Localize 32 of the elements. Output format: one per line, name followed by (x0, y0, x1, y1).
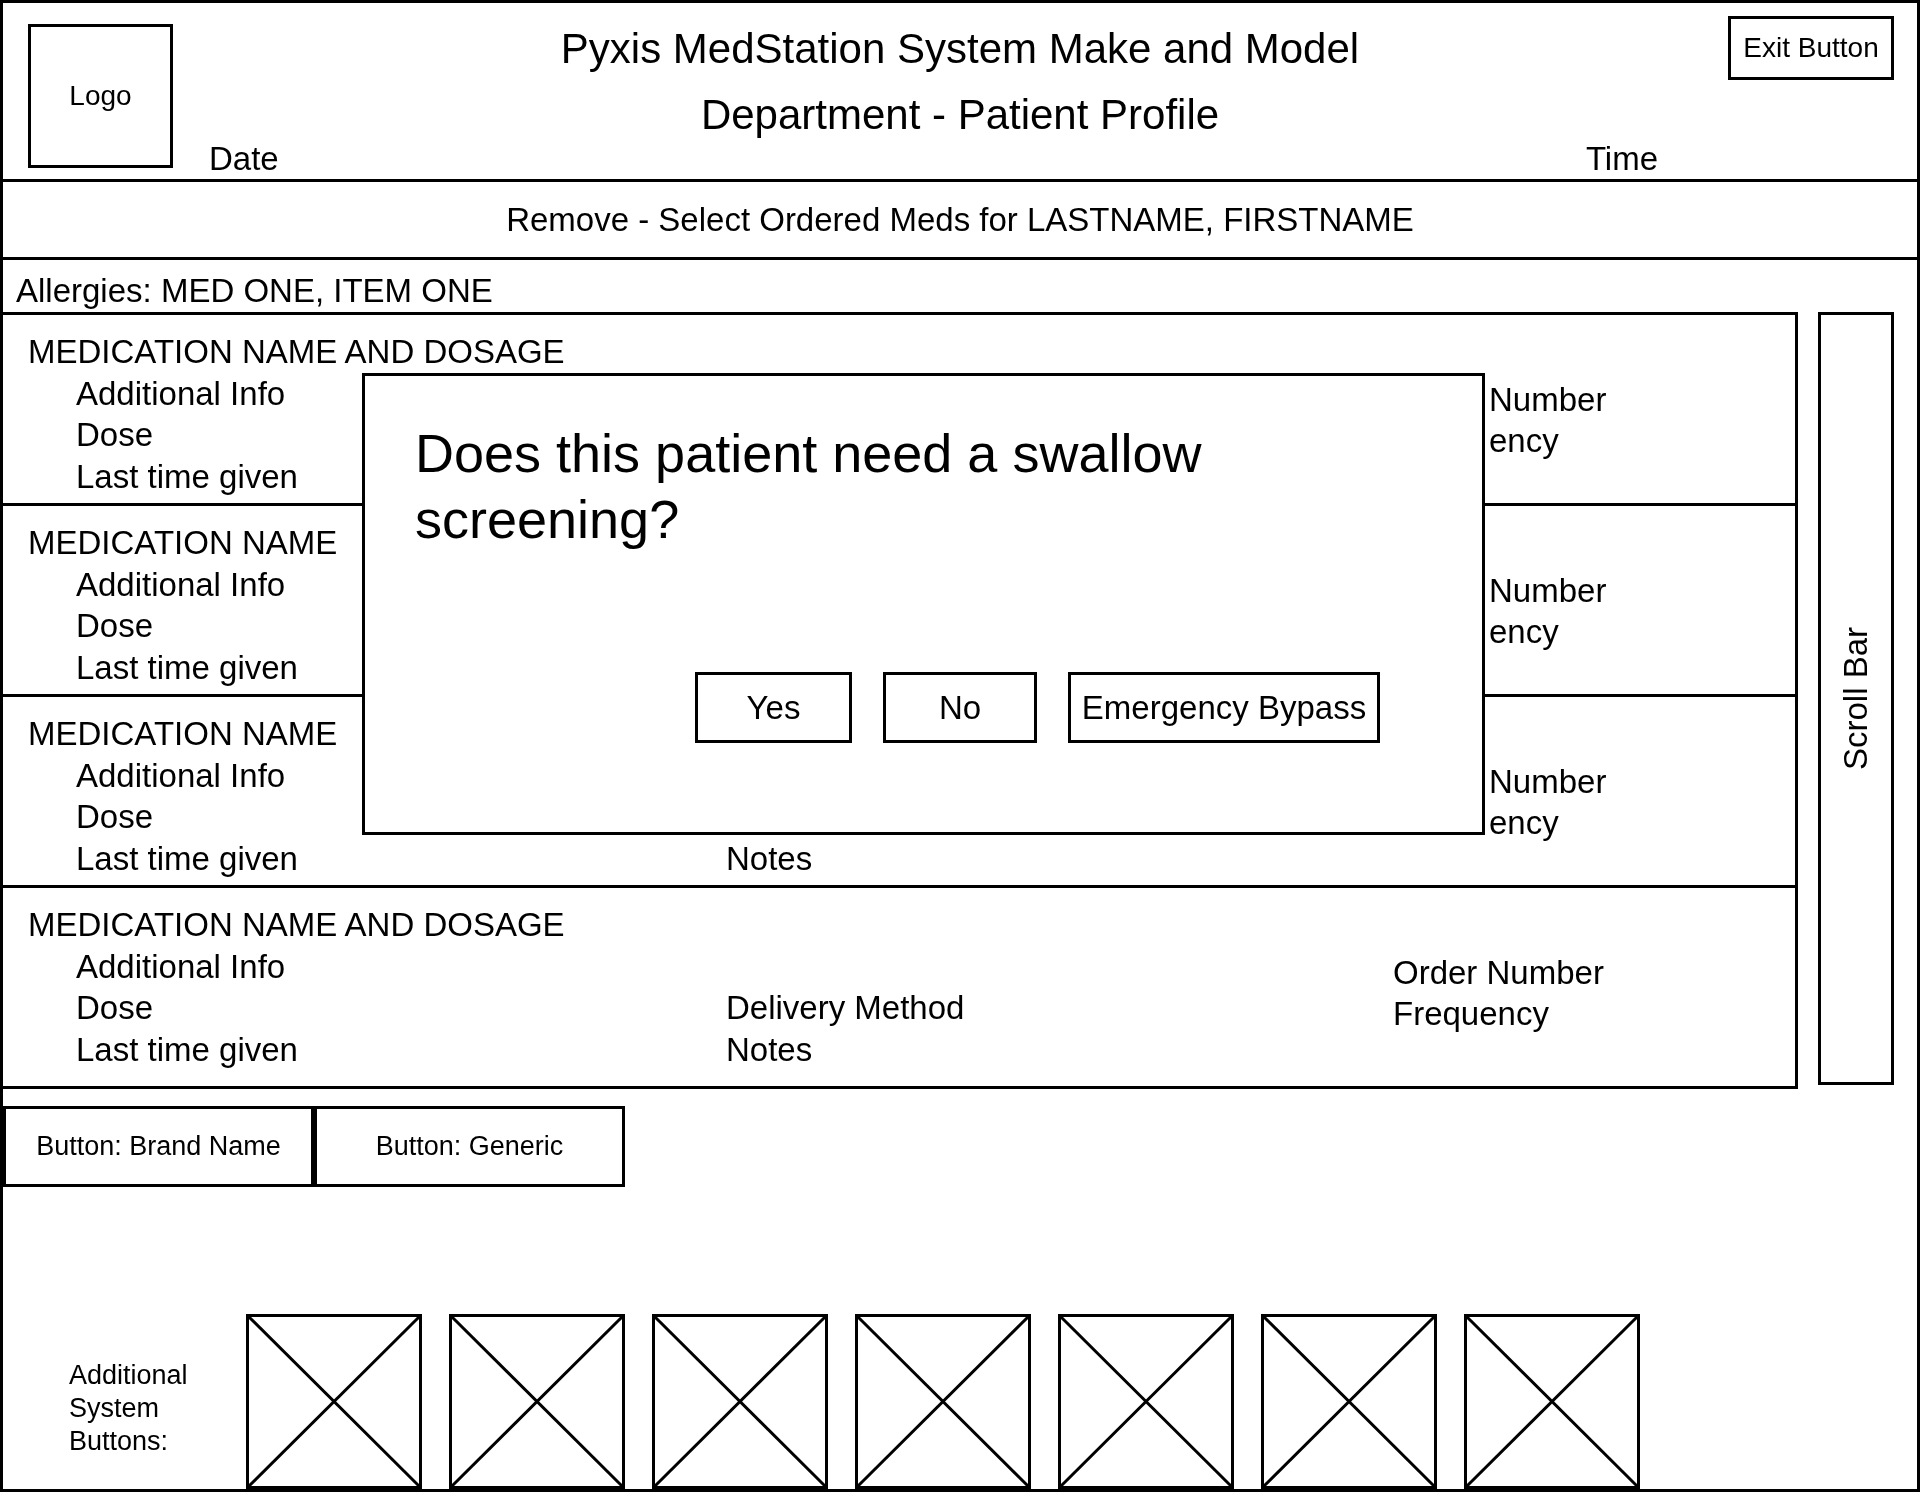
date-label: Date (209, 140, 279, 178)
last-given-label: Last time given (76, 1029, 298, 1070)
additional-info-label: Additional Info (76, 564, 286, 605)
last-given-label: Last time given (76, 456, 298, 497)
dialog-question: Does this patient need a swallow screening? (415, 422, 1203, 551)
dose-label: Dose (76, 415, 154, 456)
dose-label: Dose (76, 606, 154, 647)
last-given-label: Last time given (76, 838, 298, 879)
dose-label: Dose (76, 797, 154, 838)
time-label: Time (1585, 140, 1658, 178)
order-number-label: Number (1489, 761, 1607, 797)
order-number-label: Number (1489, 570, 1607, 606)
additional-info-label: Additional Info (76, 755, 286, 796)
system-buttons-label: Additional System Buttons: (69, 1359, 188, 1458)
instruction-text: Remove - Select Ordered Meds for LASTNAME, FIRSTNAME (506, 200, 1414, 239)
allergies-text: Allergies: MED ONE, ITEM ONE (16, 272, 493, 309)
logo-text: Logo (69, 80, 132, 112)
notes-label: Notes (726, 838, 813, 879)
notes-label: Notes (726, 1029, 813, 1070)
medication-name: MEDICATION NAME (28, 523, 338, 563)
medication-name: MEDICATION NAME (28, 714, 338, 754)
page-subtitle: Department - Patient Profile (700, 91, 1220, 139)
medication-name: MEDICATION NAME AND DOSAGE (28, 332, 565, 372)
app-title: Pyxis MedStation System Make and Model (560, 25, 1360, 73)
delivery-method-label: Delivery Method (726, 988, 965, 1029)
medication-name: MEDICATION NAME AND DOSAGE (28, 905, 565, 945)
additional-info-label: Additional Info (76, 946, 286, 987)
order-number-label: Order Number (1393, 952, 1604, 988)
dose-label: Dose (76, 988, 154, 1029)
order-number-label: Number (1489, 379, 1607, 415)
last-given-label: Last time given (76, 647, 298, 688)
additional-info-label: Additional Info (76, 373, 286, 414)
